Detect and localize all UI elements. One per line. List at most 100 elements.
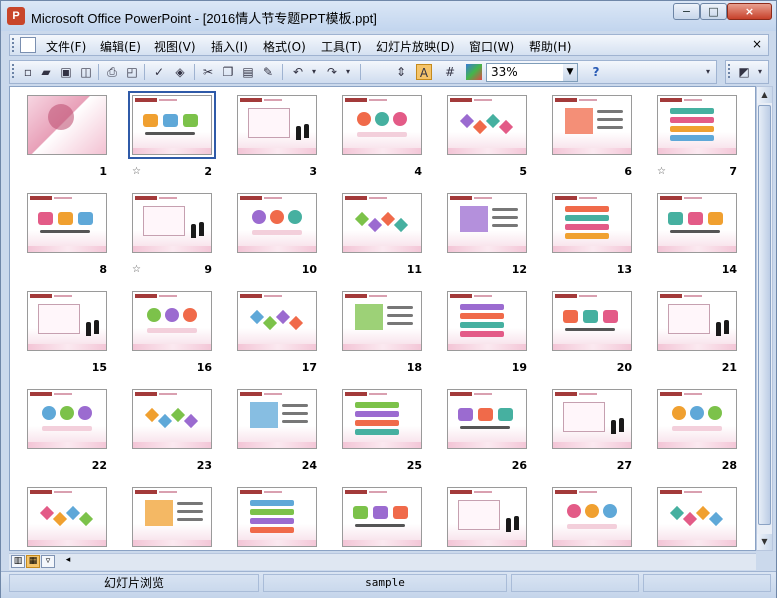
menu-slideshow[interactable]: 幻灯片放映(D) [376,38,455,55]
slide-thumbnail[interactable] [237,389,317,449]
new-icon[interactable]: ▫ [20,64,36,80]
slide-thumbnail[interactable] [128,91,216,159]
save-icon[interactable]: ▣ [58,64,74,80]
scroll-left-icon[interactable]: ◂ [61,555,75,568]
slide-thumbnail[interactable] [27,193,107,253]
content-block [393,506,408,519]
document-icon[interactable] [20,37,36,53]
slide-thumbnail[interactable] [27,487,107,547]
color-grayscale-icon[interactable] [466,64,482,80]
slide-thumbnail[interactable] [552,291,632,351]
slide-sorter-view-icon[interactable]: ▦ [26,555,40,568]
slide-thumbnail[interactable] [552,193,632,253]
zoom-combobox[interactable]: 33% ▼ [486,63,578,82]
slide-thumbnail[interactable] [552,487,632,547]
cut-icon[interactable]: ✂ [200,64,216,80]
expand-all-icon[interactable]: ⇕ [393,64,409,80]
powerpoint-app-icon[interactable]: P [7,7,25,25]
slide-sorter-pane[interactable]: 1 2 ☆ 3 4 5 6 7 ☆ 8 9 ☆ 10 11 12 13 14 15 16 17 18 19 20 21 22 23… [9,86,756,551]
slide-thumbnail[interactable] [657,389,737,449]
menu-tools[interactable]: 工具(T) [321,38,362,55]
scroll-down-icon[interactable]: ▼ [757,534,772,550]
slide-thumbnail[interactable] [237,291,317,351]
content-block [38,212,53,225]
show-grid-icon[interactable]: # [442,64,458,80]
toolbar-grip[interactable] [728,64,733,78]
document-close-icon[interactable]: × [752,37,762,51]
undo-icon[interactable]: ↶ [290,64,306,80]
slide-thumbnail[interactable] [237,487,317,547]
person-figure [514,516,519,530]
slide-transition-icon[interactable]: ☆ [132,264,141,275]
toolbar-grip[interactable] [12,64,17,78]
menu-window[interactable]: 窗口(W) [469,38,514,55]
slide-thumbnail[interactable] [447,389,527,449]
slideshow-view-icon[interactable]: ▿ [41,555,55,568]
menu-help[interactable]: 帮助(H) [529,38,571,55]
undo-dropdown-icon[interactable]: ▾ [306,64,322,80]
close-button[interactable]: × [727,3,772,20]
slide-thumbnail[interactable] [342,193,422,253]
slide-thumbnail[interactable] [657,291,737,351]
slide-footer-band [343,246,421,252]
redo-dropdown-icon[interactable]: ▾ [340,64,356,80]
toolbar-options-icon[interactable]: ▾ [702,64,714,80]
design-icon[interactable]: ◩ [736,64,752,80]
slide-thumbnail[interactable] [342,389,422,449]
slide-transition-icon[interactable]: ☆ [657,166,666,177]
copy-icon[interactable]: ❐ [220,64,236,80]
slide-thumbnail[interactable] [27,389,107,449]
spelling-icon[interactable]: ✓ [151,64,167,80]
slide-transition-icon[interactable]: ☆ [132,166,141,177]
scroll-up-icon[interactable]: ▲ [757,87,772,103]
vertical-scrollbar[interactable]: ▲ ▼ [756,86,773,551]
slide-thumbnail[interactable] [342,487,422,547]
slide-thumbnail[interactable] [27,291,107,351]
menubar-grip[interactable] [12,38,17,52]
slide-thumbnail[interactable] [237,193,317,253]
redo-icon[interactable]: ↷ [324,64,340,80]
print-icon[interactable]: ⎙ [104,64,120,80]
slide-thumbnail[interactable] [447,487,527,547]
menu-edit[interactable]: 编辑(E) [100,38,141,55]
open-icon[interactable]: ▰ [38,64,54,80]
slide-title-line [369,393,387,395]
help-icon[interactable]: ? [588,64,604,80]
slide-thumbnail[interactable] [447,193,527,253]
show-formatting-icon[interactable]: A [416,64,432,80]
slide-title-bar [135,294,157,298]
minimize-button[interactable]: − [673,3,700,20]
menu-file[interactable]: 文件(F) [46,38,86,55]
menu-view[interactable]: 视图(V) [154,38,196,55]
diamond-shape [367,217,383,233]
slide-thumbnail[interactable] [552,95,632,155]
slide-thumbnail[interactable] [132,291,212,351]
normal-view-icon[interactable]: ▥ [11,555,25,568]
research-icon[interactable]: ◈ [172,64,188,80]
maximize-button[interactable]: □ [700,3,727,20]
menu-insert[interactable]: 插入(I) [211,38,248,55]
scrollbar-thumb[interactable] [758,105,771,525]
menu-format[interactable]: 格式(O) [263,38,306,55]
paste-icon[interactable]: ▤ [240,64,256,80]
slide-thumbnail[interactable] [657,95,737,155]
slide-thumbnail[interactable] [657,487,737,547]
slide-thumbnail[interactable] [552,389,632,449]
circle-node [183,308,197,322]
slide-thumbnail[interactable] [132,193,212,253]
slide-thumbnail[interactable] [237,95,317,155]
slide-footer-band [553,344,631,350]
slide-thumbnail[interactable] [132,487,212,547]
slide-thumbnail[interactable] [342,291,422,351]
slide-thumbnail[interactable] [447,95,527,155]
slide-thumbnail[interactable] [657,193,737,253]
slide-thumbnail[interactable] [27,95,107,155]
slide-thumbnail[interactable] [342,95,422,155]
slide-thumbnail[interactable] [447,291,527,351]
toolbar-options-icon[interactable]: ▾ [754,64,766,80]
slide-thumbnail[interactable] [132,389,212,449]
format-painter-icon[interactable]: ✎ [260,64,276,80]
chevron-down-icon[interactable]: ▼ [563,64,577,81]
print-preview-icon[interactable]: ◰ [124,64,140,80]
permission-icon[interactable]: ◫ [78,64,94,80]
